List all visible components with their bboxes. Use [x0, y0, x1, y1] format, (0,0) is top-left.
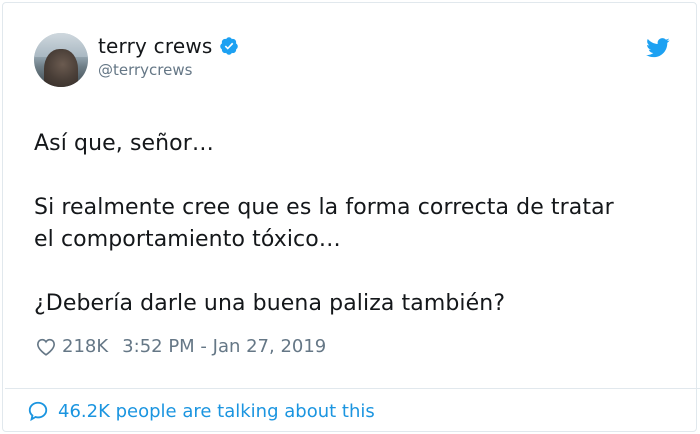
- twitter-bird-icon[interactable]: [646, 37, 670, 59]
- author-name[interactable]: terry crews: [98, 34, 213, 58]
- divider: [5, 388, 700, 389]
- author-name-row[interactable]: terry crews: [98, 34, 239, 58]
- tweet-line: ¿Debería darle una buena paliza también?: [34, 291, 506, 316]
- heart-icon[interactable]: [36, 338, 56, 356]
- tweet-text: Así que, señor… Si realmente cree que es…: [34, 128, 674, 320]
- tweet-meta: 218K 3:52 PM - Jan 27, 2019: [36, 336, 326, 357]
- tweet-card: terry crews @terrycrews Así que, señor… …: [2, 2, 700, 432]
- author-handle[interactable]: @terrycrews: [98, 61, 192, 79]
- speech-bubble-icon: [28, 401, 48, 422]
- tweet-line: el comportamiento tóxico…: [34, 227, 341, 252]
- conversation-link[interactable]: 46.2K people are talking about this: [27, 400, 375, 422]
- avatar[interactable]: [34, 33, 88, 87]
- timestamp[interactable]: 3:52 PM - Jan 27, 2019: [122, 336, 326, 357]
- like-count[interactable]: 218K: [62, 336, 108, 357]
- tweet-line: Así que, señor…: [34, 131, 214, 156]
- verified-badge-icon: [219, 37, 238, 55]
- conversation-label[interactable]: 46.2K people are talking about this: [58, 401, 375, 422]
- tweet-line: Si realmente cree que es la forma correc…: [34, 195, 614, 220]
